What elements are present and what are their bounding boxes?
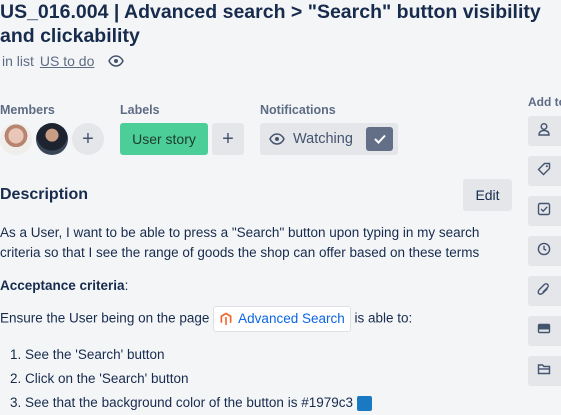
eye-icon (269, 133, 285, 145)
attachment-side-button[interactable] (528, 276, 561, 306)
ensure-paragraph: Ensure the User being on the page Advanc… (0, 306, 520, 332)
card-list-info: in list US to do (2, 53, 125, 69)
watch-label: Watching (293, 131, 353, 147)
custom-fields-side-button[interactable] (528, 356, 561, 386)
label-user-story[interactable]: User story (120, 123, 208, 155)
description-paragraph: As a User, I want to be able to press a … (0, 225, 480, 260)
members-label: Members (0, 103, 55, 117)
labels-label: Labels (120, 103, 160, 117)
person-icon (537, 122, 551, 141)
advanced-search-link-label: Advanced Search (238, 311, 345, 326)
watch-eye-icon (108, 55, 125, 67)
add-member-button[interactable]: + (72, 123, 104, 155)
notifications-label: Notifications (260, 103, 336, 117)
list-item-text: 1. See the 'Search' button (10, 347, 165, 362)
cover-icon (537, 322, 551, 341)
clock-icon (537, 242, 551, 261)
members-side-button[interactable] (528, 116, 561, 146)
magento-logo-icon (219, 312, 233, 326)
advanced-search-link[interactable]: Advanced Search (213, 306, 351, 332)
watch-button[interactable]: Watching (260, 123, 398, 155)
list-item: 2. Click on the 'Search' button (10, 367, 372, 391)
description-title: Description (0, 186, 89, 203)
list-link[interactable]: US to do (40, 53, 94, 69)
tag-icon (537, 162, 551, 181)
ensure-prefix: Ensure the User being on the page (0, 310, 210, 326)
checklist-icon (537, 202, 551, 221)
in-list-prefix: in list (2, 53, 34, 69)
checklist-side-button[interactable] (528, 196, 561, 226)
color-swatch (357, 395, 372, 411)
list-item: 1. See the 'Search' button (10, 343, 372, 367)
list-item-text: 3. See that the background color of the … (10, 395, 353, 410)
card-title[interactable]: US_016.004 | Advanced search > "Search" … (0, 0, 561, 48)
labels-side-button[interactable] (528, 156, 561, 186)
list-item: 3. See that the background color of the … (10, 391, 372, 415)
list-item-text: 2. Click on the 'Search' button (10, 371, 189, 386)
edit-description-button[interactable]: Edit (463, 179, 512, 211)
add-label-button[interactable]: + (212, 123, 244, 155)
cover-side-button[interactable] (528, 316, 561, 346)
check-icon (366, 127, 393, 151)
custom-fields-icon (537, 362, 551, 381)
ac-heading-colon: : (124, 278, 129, 293)
member-avatar[interactable] (0, 123, 32, 155)
add-to-card-label: Add to (528, 95, 561, 109)
dates-side-button[interactable] (528, 236, 561, 266)
ac-heading-text: Acceptance criteria (0, 278, 125, 293)
member-avatar[interactable] (36, 123, 68, 155)
ensure-suffix: is able to: (354, 310, 413, 326)
paperclip-icon (537, 282, 551, 301)
acceptance-criteria-heading: Acceptance criteria: (0, 276, 520, 296)
criteria-list: 1. See the 'Search' button 2. Click on t… (10, 343, 372, 415)
